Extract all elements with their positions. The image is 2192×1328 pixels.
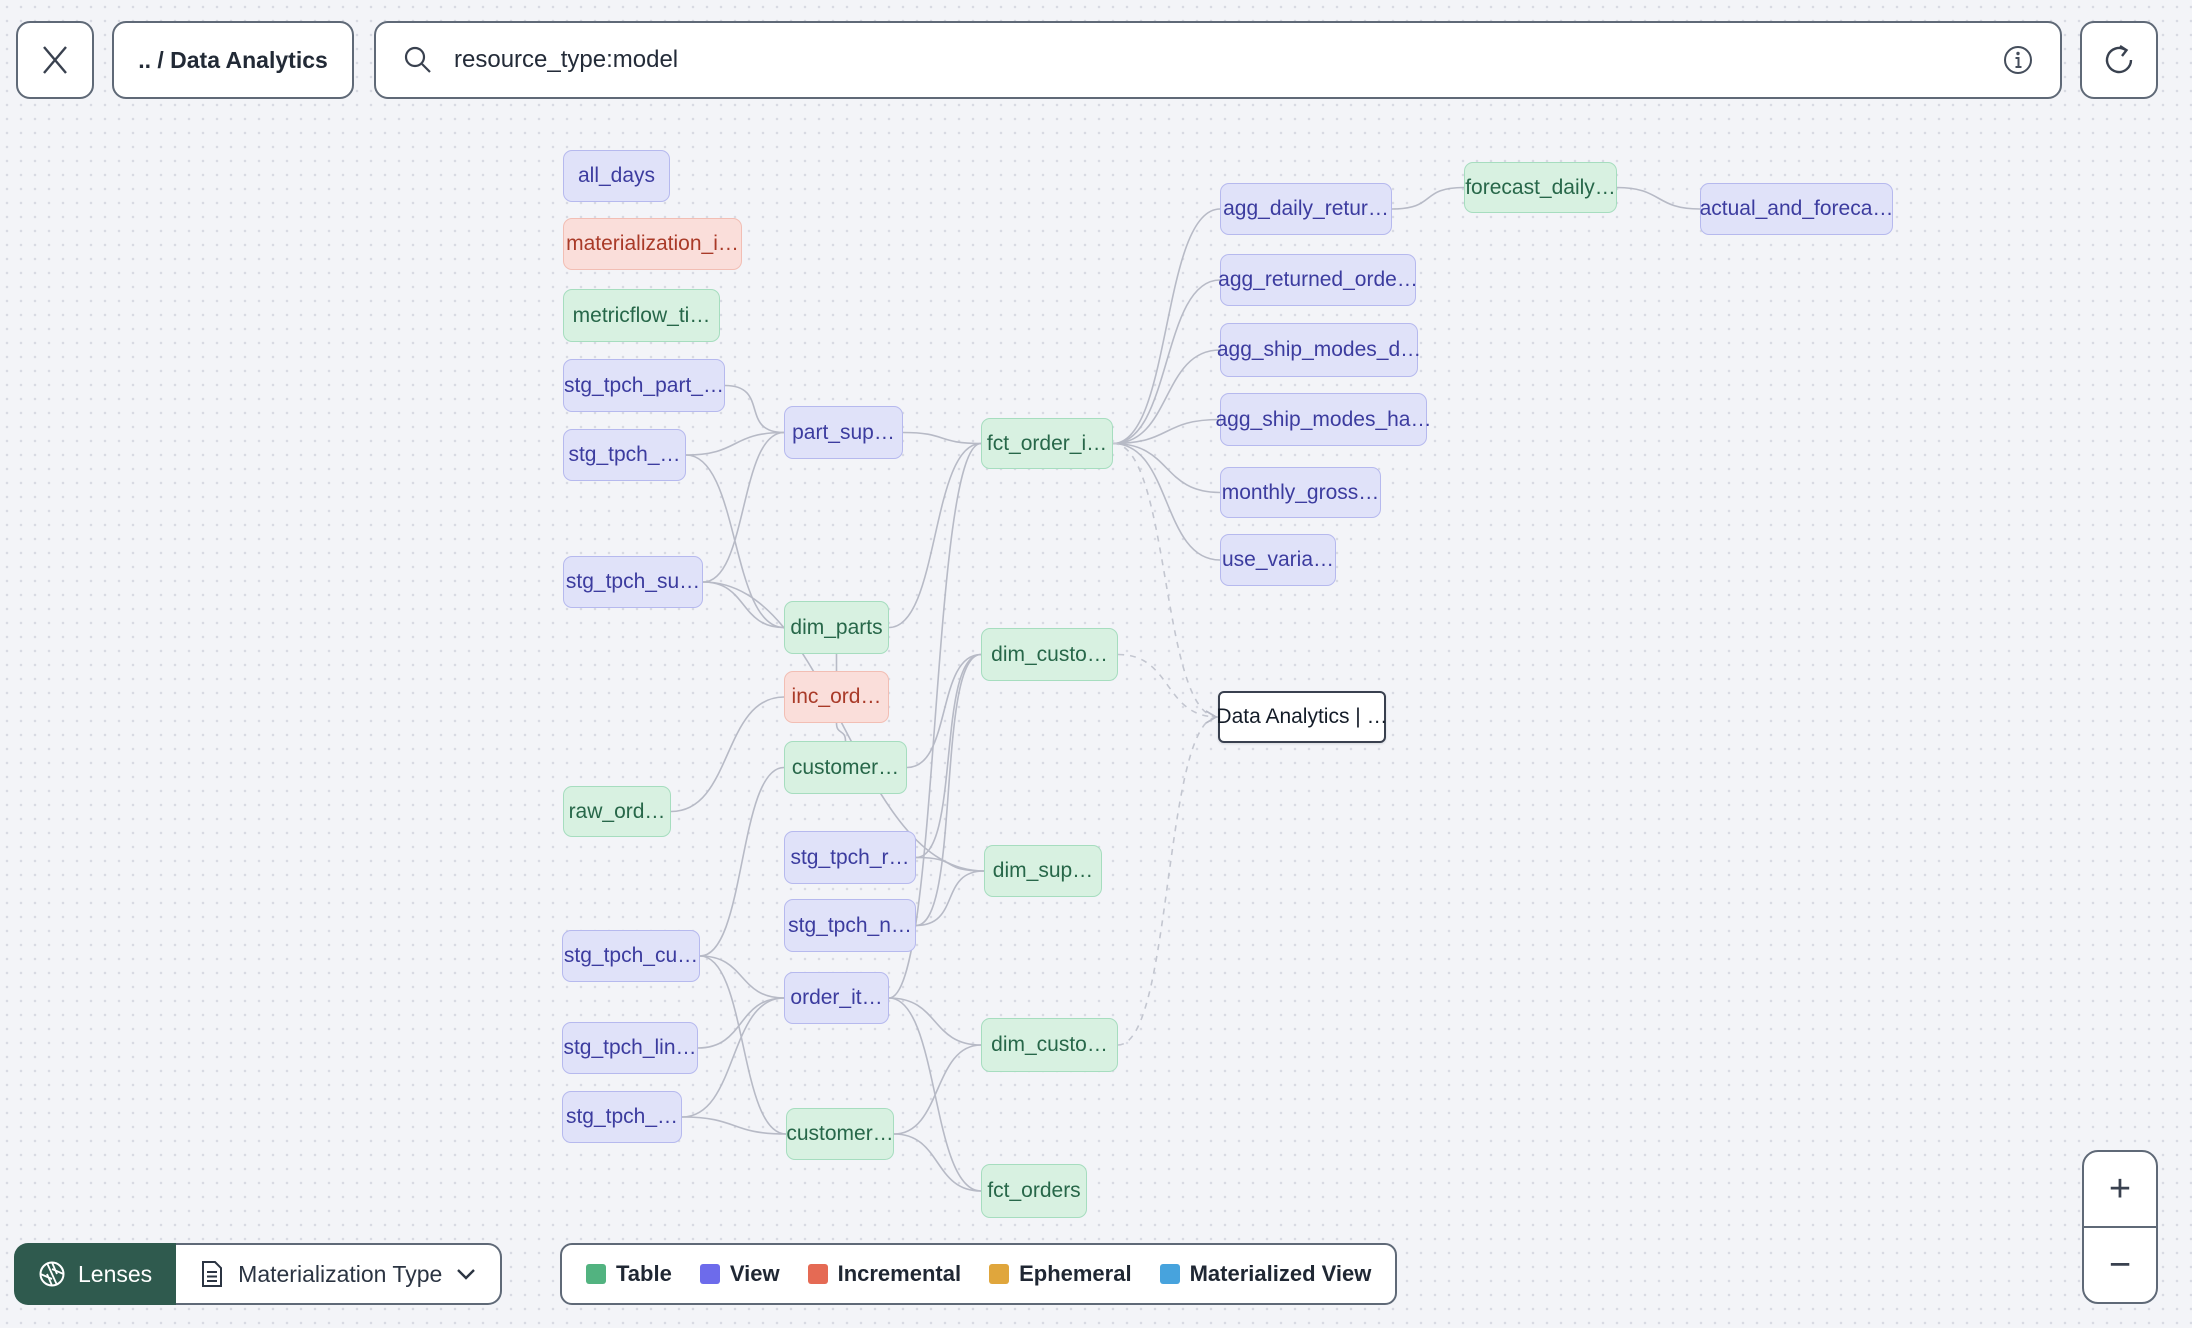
graph-node-agg_daily[interactable]: agg_daily_retur… bbox=[1220, 183, 1392, 235]
graph-node-fct_orders[interactable]: fct_orders bbox=[981, 1164, 1087, 1218]
graph-node-stg_tpch_r[interactable]: stg_tpch_r… bbox=[784, 831, 916, 884]
graph-node-part_sup[interactable]: part_sup… bbox=[784, 406, 903, 459]
breadcrumb[interactable]: .. / Data Analytics bbox=[112, 21, 354, 99]
legend-label: Table bbox=[616, 1261, 672, 1286]
graph-node-stg_tpch_b[interactable]: stg_tpch_… bbox=[562, 1091, 682, 1143]
graph-node-metricflow_ti[interactable]: metricflow_ti… bbox=[563, 289, 720, 342]
graph-node-order_it[interactable]: order_it… bbox=[784, 972, 889, 1024]
breadcrumb-label: .. / Data Analytics bbox=[138, 46, 328, 73]
graph-node-dim_custo_a[interactable]: dim_custo… bbox=[981, 628, 1118, 681]
document-icon bbox=[200, 1260, 224, 1288]
graph-node-materialization_i[interactable]: materialization_i… bbox=[563, 218, 742, 270]
close-icon bbox=[40, 45, 70, 75]
legend-item-view: View bbox=[699, 1261, 780, 1287]
legend-item-ephemeral: Ephemeral bbox=[989, 1261, 1132, 1287]
graph-node-agg_ship_ha[interactable]: agg_ship_modes_ha… bbox=[1216, 393, 1432, 446]
zoom-controls: + − bbox=[2082, 1150, 2158, 1304]
lenses-control: Lenses Materialization Type bbox=[14, 1243, 503, 1305]
lens-dropdown-value: Materialization Type bbox=[238, 1260, 443, 1287]
graph-node-agg_returned[interactable]: agg_returned_orde… bbox=[1218, 254, 1418, 306]
graph-node-raw_ord[interactable]: raw_ord… bbox=[563, 786, 671, 837]
legend-item-materialized-view: Materialized View bbox=[1159, 1261, 1372, 1287]
graph-node-monthly_gross[interactable]: monthly_gross… bbox=[1220, 467, 1381, 518]
aperture-icon bbox=[38, 1260, 66, 1288]
graph-canvas[interactable]: all_days materialization_i… metricflow_ti…… bbox=[0, 0, 2192, 1328]
legend-swatch bbox=[699, 1264, 720, 1284]
graph-node-actual_forecast[interactable]: actual_and_foreca… bbox=[1700, 183, 1893, 235]
legend-swatch bbox=[807, 1264, 828, 1284]
lineage-graph-app: all_days materialization_i… metricflow_ti…… bbox=[0, 0, 2192, 1328]
legend-label: Incremental bbox=[837, 1261, 962, 1286]
graph-node-dim_sup[interactable]: dim_sup… bbox=[984, 845, 1102, 897]
graph-node-data_analytics[interactable]: Data Analytics | … bbox=[1216, 691, 1388, 743]
graph-node-forecast_daily[interactable]: forecast_daily… bbox=[1464, 162, 1617, 213]
lens-dropdown[interactable]: Materialization Type bbox=[176, 1243, 503, 1305]
graph-node-customer_b[interactable]: customer… bbox=[786, 1108, 894, 1160]
graph-node-stg_tpch_n[interactable]: stg_tpch_n… bbox=[784, 899, 916, 952]
legend-label: View bbox=[729, 1261, 780, 1286]
graph-node-stg_tpch_a[interactable]: stg_tpch_… bbox=[563, 429, 686, 481]
legend-swatch bbox=[586, 1264, 606, 1284]
legend-label: Ephemeral bbox=[1019, 1261, 1132, 1286]
zoom-out-button[interactable]: − bbox=[2084, 1228, 2156, 1302]
info-icon[interactable] bbox=[2002, 44, 2034, 76]
lenses-button[interactable]: Lenses bbox=[14, 1243, 177, 1305]
legend-item-incremental: Incremental bbox=[807, 1261, 962, 1287]
graph-node-customer_a[interactable]: customer… bbox=[784, 741, 907, 794]
graph-node-stg_tpch_part[interactable]: stg_tpch_part_… bbox=[563, 359, 725, 412]
graph-node-stg_tpch_cu[interactable]: stg_tpch_cu… bbox=[562, 930, 700, 982]
graph-node-agg_ship_d[interactable]: agg_ship_modes_d… bbox=[1217, 323, 1421, 377]
legend-swatch bbox=[1159, 1264, 1180, 1284]
lenses-label: Lenses bbox=[78, 1260, 153, 1287]
materialization-legend: Table View Incremental Ephemeral Materialize… bbox=[560, 1243, 1398, 1305]
graph-node-use_varia[interactable]: use_varia… bbox=[1220, 534, 1336, 586]
refresh-button[interactable] bbox=[2080, 21, 2158, 99]
search-input[interactable] bbox=[452, 45, 1984, 75]
graph-node-stg_tpch_su[interactable]: stg_tpch_su… bbox=[563, 556, 703, 608]
graph-node-dim_custo_b[interactable]: dim_custo… bbox=[981, 1018, 1118, 1072]
legend-swatch bbox=[989, 1264, 1010, 1284]
search-bar[interactable] bbox=[374, 21, 2062, 99]
close-button[interactable] bbox=[16, 21, 94, 99]
refresh-icon bbox=[2101, 42, 2137, 78]
graph-node-fct_order_i[interactable]: fct_order_i… bbox=[981, 418, 1113, 469]
search-icon bbox=[402, 44, 434, 76]
zoom-in-button[interactable]: + bbox=[2084, 1152, 2156, 1228]
graph-node-inc_ord[interactable]: inc_ord… bbox=[784, 671, 889, 723]
graph-node-stg_tpch_lin[interactable]: stg_tpch_lin… bbox=[562, 1022, 698, 1074]
graph-node-all_days[interactable]: all_days bbox=[563, 150, 670, 202]
legend-item-table: Table bbox=[586, 1261, 672, 1287]
chevron-down-icon bbox=[456, 1267, 476, 1281]
legend-label: Materialized View bbox=[1189, 1261, 1372, 1286]
graph-node-dim_parts[interactable]: dim_parts bbox=[784, 601, 889, 654]
